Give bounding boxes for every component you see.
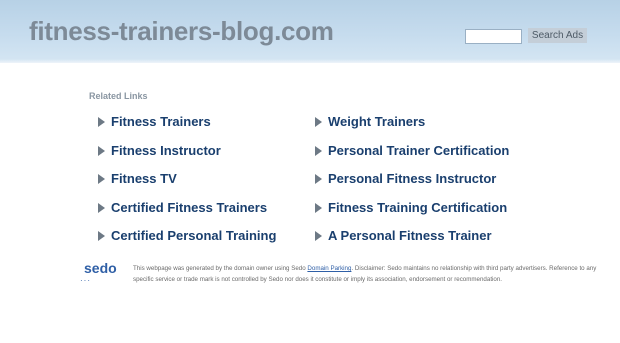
site-title: fitness-trainers-blog.com (29, 16, 334, 46)
related-link[interactable]: Certified Personal Training (97, 227, 276, 245)
related-link[interactable]: Fitness Training Certification (314, 199, 507, 217)
sedo-logo-text: sedo (84, 260, 117, 276)
arrow-right-icon (315, 146, 322, 156)
arrow-right-icon (315, 203, 322, 213)
related-link-label: Fitness TV (111, 171, 177, 186)
domain-parking-link[interactable]: Domain Parking (307, 265, 351, 272)
arrow-right-icon (315, 231, 322, 241)
related-link[interactable]: Certified Fitness Trainers (97, 199, 267, 217)
arrow-right-icon (98, 146, 105, 156)
related-link-label: Certified Fitness Trainers (111, 200, 268, 215)
arrow-right-icon (98, 117, 105, 127)
related-link-label: Fitness Training Certification (328, 200, 508, 215)
related-link-label: A Personal Fitness Trainer (328, 228, 492, 243)
header-bar: fitness-trainers-blog.com Search Ads (0, 0, 620, 63)
related-link[interactable]: Personal Trainer Certification (314, 142, 509, 160)
related-link[interactable]: A Personal Fitness Trainer (314, 227, 492, 245)
search-input[interactable] (465, 29, 522, 44)
related-link-label: Fitness Instructor (111, 143, 221, 158)
related-link-label: Fitness Trainers (111, 114, 211, 129)
related-link-label: Certified Personal Training (111, 228, 277, 243)
arrow-right-icon (98, 203, 105, 213)
disclaimer-text-start: This webpage was generated by the domain… (133, 265, 308, 272)
related-link-label: Personal Trainer Certification (328, 143, 510, 158)
related-link-label: Personal Fitness Instructor (328, 171, 497, 186)
related-link-label: Weight Trainers (328, 114, 426, 129)
related-link[interactable]: Weight Trainers (314, 113, 425, 131)
footer-disclaimer: This webpage was generated by the domain… (133, 264, 603, 285)
related-link[interactable]: Personal Fitness Instructor (314, 170, 496, 188)
arrow-right-icon (315, 174, 322, 184)
arrow-right-icon (98, 174, 105, 184)
related-links-heading: Related Links (89, 91, 148, 101)
sedo-logo[interactable]: ··· sedo (80, 260, 130, 286)
search-ads-button[interactable]: Search Ads (528, 28, 587, 43)
related-link[interactable]: Fitness Trainers (97, 113, 211, 131)
related-link[interactable]: Fitness TV (97, 170, 177, 188)
arrow-right-icon (98, 231, 105, 241)
logo-dots-icon: ··· (80, 276, 91, 285)
related-link[interactable]: Fitness Instructor (97, 142, 221, 160)
arrow-right-icon (315, 117, 322, 127)
